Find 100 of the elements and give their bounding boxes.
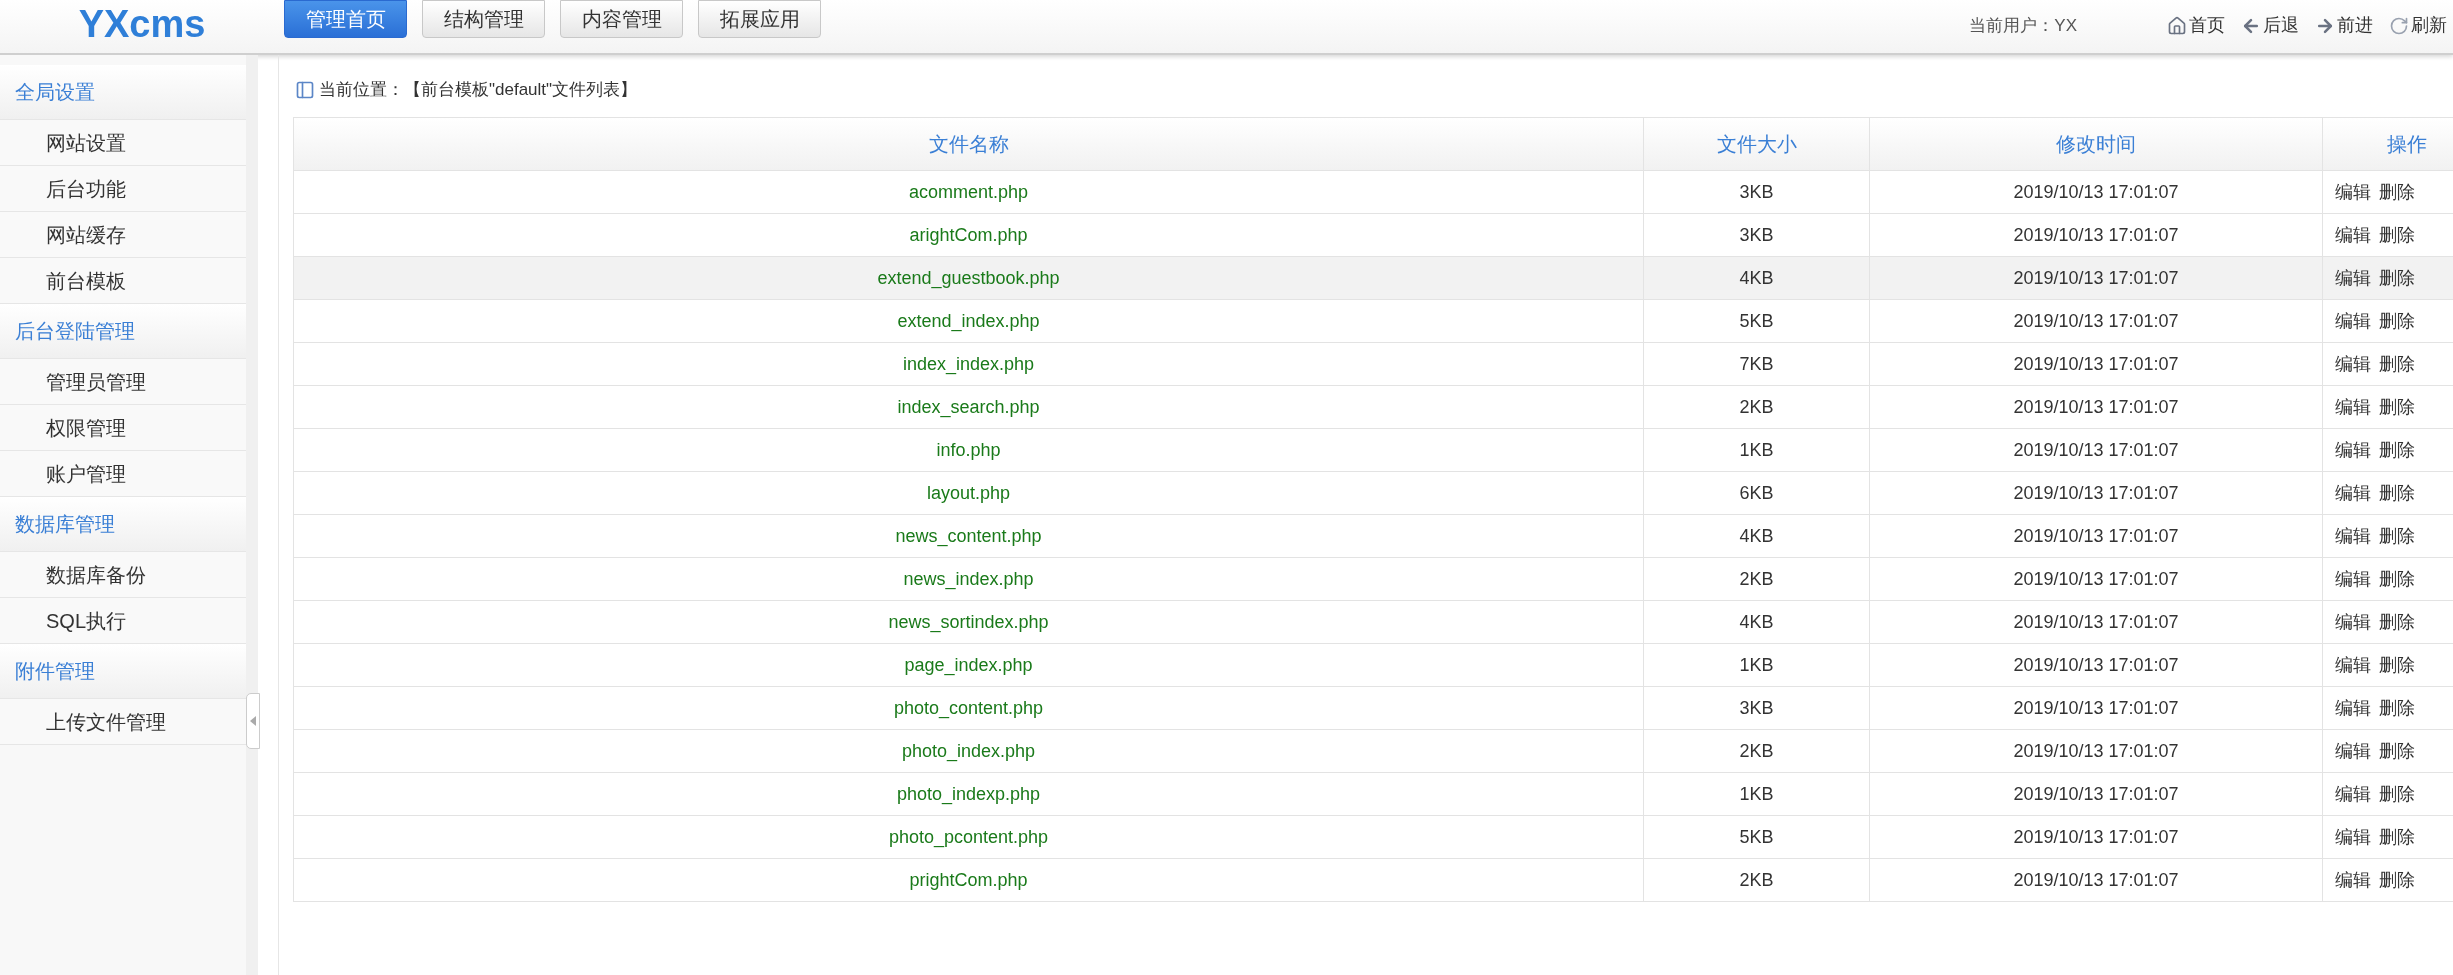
- size-cell: 2KB: [1643, 858, 1870, 902]
- time-cell: 2019/10/13 17:01:07: [1869, 471, 2323, 515]
- action-link[interactable]: 删除: [2379, 436, 2415, 464]
- size-cell: 7KB: [1643, 342, 1870, 386]
- action-link[interactable]: 编辑: [2335, 221, 2371, 249]
- time-cell: 2019/10/13 17:01:07: [1869, 772, 2323, 816]
- time-cell: 2019/10/13 17:01:07: [1869, 428, 2323, 472]
- collapse-handle[interactable]: [246, 693, 260, 749]
- time-cell: 2019/10/13 17:01:07: [1869, 170, 2323, 214]
- time-cell: 2019/10/13 17:01:07: [1869, 729, 2323, 773]
- action-link[interactable]: 编辑: [2335, 393, 2371, 421]
- action-link[interactable]: 编辑: [2335, 307, 2371, 335]
- file-name-cell: news_index.php: [293, 557, 1644, 601]
- size-cell: 3KB: [1643, 213, 1870, 257]
- size-cell: 4KB: [1643, 256, 1870, 300]
- time-cell: 2019/10/13 17:01:07: [1869, 686, 2323, 730]
- action-link[interactable]: 删除: [2379, 522, 2415, 550]
- action-link[interactable]: 删除: [2379, 608, 2415, 636]
- sidebar-group-header[interactable]: 数据库管理: [0, 497, 246, 552]
- file-name-cell: extend_index.php: [293, 299, 1644, 343]
- file-name-cell: news_content.php: [293, 514, 1644, 558]
- size-cell: 6KB: [1643, 471, 1870, 515]
- file-name-cell: photo_pcontent.php: [293, 815, 1644, 859]
- size-cell: 2KB: [1643, 557, 1870, 601]
- column-header: 修改时间: [1869, 117, 2323, 171]
- toolbar-link[interactable]: 前进: [2315, 12, 2373, 39]
- action-link[interactable]: 删除: [2379, 694, 2415, 722]
- nav-tab[interactable]: 结构管理: [422, 0, 545, 38]
- time-cell: 2019/10/13 17:01:07: [1869, 600, 2323, 644]
- action-link[interactable]: 编辑: [2335, 264, 2371, 292]
- time-cell: 2019/10/13 17:01:07: [1869, 858, 2323, 902]
- action-link[interactable]: 编辑: [2335, 178, 2371, 206]
- size-cell: 5KB: [1643, 815, 1870, 859]
- action-link[interactable]: 编辑: [2335, 737, 2371, 765]
- size-cell: 3KB: [1643, 170, 1870, 214]
- file-name-cell: photo_content.php: [293, 686, 1644, 730]
- size-cell: 1KB: [1643, 772, 1870, 816]
- size-cell: 2KB: [1643, 729, 1870, 773]
- sidebar-group-header[interactable]: 全局设置: [0, 65, 246, 120]
- column-header: 操作: [2322, 117, 2453, 171]
- action-link[interactable]: 删除: [2379, 651, 2415, 679]
- action-link[interactable]: 删除: [2379, 479, 2415, 507]
- left-triangle-icon: [250, 716, 256, 726]
- toolbar-link[interactable]: 刷新: [2389, 12, 2447, 39]
- file-name-cell: news_sortindex.php: [293, 600, 1644, 644]
- file-name-cell: arightCom.php: [293, 213, 1644, 257]
- file-name-cell: photo_indexp.php: [293, 772, 1644, 816]
- file-name-cell: prightCom.php: [293, 858, 1644, 902]
- action-link[interactable]: 编辑: [2335, 479, 2371, 507]
- breadcrumb: 当前位置：【前台模板"default"文件列表】: [319, 79, 638, 102]
- action-link[interactable]: 编辑: [2335, 780, 2371, 808]
- size-cell: 1KB: [1643, 428, 1870, 472]
- sidebar-group-header[interactable]: 附件管理: [0, 644, 246, 699]
- action-link[interactable]: 编辑: [2335, 565, 2371, 593]
- time-cell: 2019/10/13 17:01:07: [1869, 385, 2323, 429]
- sidebar-group-header[interactable]: 后台登陆管理: [0, 304, 246, 359]
- file-name-cell: index_index.php: [293, 342, 1644, 386]
- file-name-cell: info.php: [293, 428, 1644, 472]
- action-link[interactable]: 编辑: [2335, 651, 2371, 679]
- action-link[interactable]: 删除: [2379, 866, 2415, 894]
- file-name-cell: layout.php: [293, 471, 1644, 515]
- logo: YXcms: [78, 2, 206, 46]
- column-header: 文件大小: [1643, 117, 1870, 171]
- action-link[interactable]: 删除: [2379, 823, 2415, 851]
- file-name-cell: acomment.php: [293, 170, 1644, 214]
- time-cell: 2019/10/13 17:01:07: [1869, 514, 2323, 558]
- action-link[interactable]: 编辑: [2335, 350, 2371, 378]
- action-link[interactable]: 编辑: [2335, 823, 2371, 851]
- action-link[interactable]: 删除: [2379, 178, 2415, 206]
- action-link[interactable]: 编辑: [2335, 866, 2371, 894]
- action-link[interactable]: 删除: [2379, 393, 2415, 421]
- time-cell: 2019/10/13 17:01:07: [1869, 643, 2323, 687]
- file-name-cell: index_search.php: [293, 385, 1644, 429]
- size-cell: 3KB: [1643, 686, 1870, 730]
- action-link[interactable]: 删除: [2379, 264, 2415, 292]
- nav-tab[interactable]: 拓展应用: [698, 0, 821, 38]
- action-link[interactable]: 删除: [2379, 221, 2415, 249]
- size-cell: 4KB: [1643, 514, 1870, 558]
- home-icon: [2167, 15, 2187, 36]
- time-cell: 2019/10/13 17:01:07: [1869, 342, 2323, 386]
- toolbar-link[interactable]: 首页: [2167, 12, 2225, 39]
- action-link[interactable]: 编辑: [2335, 694, 2371, 722]
- action-link[interactable]: 编辑: [2335, 436, 2371, 464]
- action-link[interactable]: 删除: [2379, 565, 2415, 593]
- nav-tab[interactable]: 管理首页: [284, 0, 407, 38]
- action-link[interactable]: 编辑: [2335, 522, 2371, 550]
- refresh-icon: [2389, 15, 2409, 36]
- time-cell: 2019/10/13 17:01:07: [1869, 213, 2323, 257]
- panel-icon: [295, 80, 315, 100]
- nav-tab[interactable]: 内容管理: [560, 0, 683, 38]
- action-link[interactable]: 删除: [2379, 780, 2415, 808]
- time-cell: 2019/10/13 17:01:07: [1869, 557, 2323, 601]
- action-link[interactable]: 删除: [2379, 350, 2415, 378]
- action-link[interactable]: 删除: [2379, 307, 2415, 335]
- action-link[interactable]: 编辑: [2335, 608, 2371, 636]
- time-cell: 2019/10/13 17:01:07: [1869, 815, 2323, 859]
- toolbar-link[interactable]: 后退: [2241, 12, 2299, 39]
- size-cell: 1KB: [1643, 643, 1870, 687]
- action-link[interactable]: 删除: [2379, 737, 2415, 765]
- size-cell: 4KB: [1643, 600, 1870, 644]
